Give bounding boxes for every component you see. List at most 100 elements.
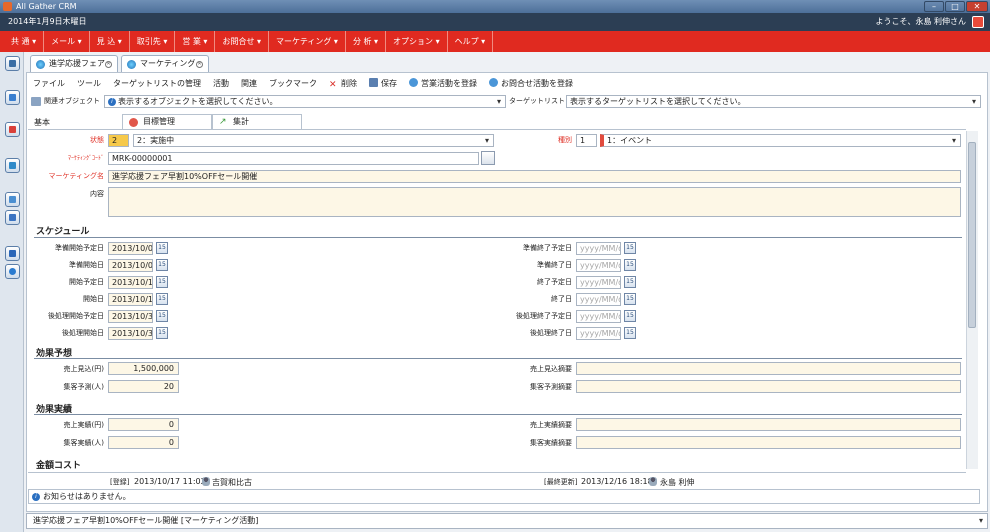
top-header: 2014年1月9日木曜日 ようこそ、永島 利伸さん bbox=[0, 13, 990, 31]
register-sales-activity-button[interactable]: 営業活動を登録 bbox=[409, 78, 477, 90]
calendar-icon[interactable]: 15 bbox=[624, 242, 636, 254]
globe-icon bbox=[127, 60, 136, 69]
forecast-sales-field[interactable]: 1,500,000 bbox=[108, 362, 179, 375]
globe-icon[interactable] bbox=[5, 264, 20, 279]
date-field-empty[interactable]: yyyy/MM/dd bbox=[576, 327, 621, 340]
type-select[interactable]: 1：イベント bbox=[600, 134, 961, 147]
schedule-left-label: 後処理開始日 bbox=[62, 329, 104, 337]
schedule-left-label: 開始予定日 bbox=[69, 278, 104, 286]
info-icon: i bbox=[32, 493, 40, 501]
calendar-icon[interactable]: 15 bbox=[156, 293, 168, 305]
schedule-right-label: 終了日 bbox=[551, 295, 572, 303]
save-icon bbox=[369, 78, 378, 87]
calendar-icon[interactable]: 15 bbox=[624, 259, 636, 271]
tab-marketing[interactable]: マーケティング ✕ bbox=[121, 55, 209, 72]
tab-divider bbox=[28, 129, 966, 130]
scrollbar-thumb[interactable] bbox=[968, 142, 976, 328]
menu-mail[interactable]: メール ▾ bbox=[44, 31, 90, 52]
tab-goal-management[interactable]: 目標管理 bbox=[122, 114, 212, 129]
user-icon[interactable] bbox=[972, 16, 984, 28]
related-menu[interactable]: 関連 bbox=[241, 78, 257, 90]
menu-marketing[interactable]: マーケティング ▾ bbox=[269, 31, 346, 52]
status-select[interactable]: 2：実施中 bbox=[133, 134, 494, 147]
calendar-icon[interactable]: 15 bbox=[156, 259, 168, 271]
date-field[interactable]: 2013/10/30 bbox=[108, 310, 153, 323]
calendar-icon[interactable]: 15 bbox=[156, 327, 168, 339]
panel-toggle-icon[interactable] bbox=[5, 56, 20, 71]
actual-visitors-note-label: 集客実績摘要 bbox=[530, 439, 572, 447]
menu-options[interactable]: オプション ▾ bbox=[386, 31, 448, 52]
tab-summary[interactable]: ↗ 集計 bbox=[212, 114, 302, 129]
mail-icon[interactable] bbox=[5, 246, 20, 261]
type-code-field[interactable]: 1 bbox=[576, 134, 597, 147]
target-list-select[interactable]: 表示するターゲットリストを選択してください。 bbox=[566, 95, 981, 108]
marketing-name-field[interactable]: 進学応援フェア早割10%OFFセール開催 bbox=[108, 170, 961, 183]
tools-menu[interactable]: ツール bbox=[77, 78, 101, 90]
close-window-button[interactable]: ✕ bbox=[966, 1, 988, 12]
content-textarea[interactable] bbox=[108, 187, 961, 217]
info-icon: i bbox=[108, 98, 116, 106]
registered-at: 2013/10/17 11:02 bbox=[134, 477, 206, 486]
calendar-icon[interactable] bbox=[5, 122, 20, 137]
close-tab-icon[interactable]: ✕ bbox=[105, 61, 112, 68]
calendar-icon[interactable]: 15 bbox=[624, 310, 636, 322]
related-object-select[interactable]: i 表示するオブジェクトを選択してください。 bbox=[104, 95, 506, 108]
maximize-button[interactable]: □ bbox=[945, 1, 965, 12]
forecast-visitors-note-field[interactable] bbox=[576, 380, 961, 393]
menu-client[interactable]: 取引先 ▾ bbox=[130, 31, 176, 52]
phone-icon[interactable] bbox=[5, 158, 20, 173]
date-field[interactable]: 2013/10/07 bbox=[108, 242, 153, 255]
bookmark-menu[interactable]: ブックマーク bbox=[269, 78, 317, 90]
contacts-icon[interactable] bbox=[5, 192, 20, 207]
date-field[interactable]: 2013/10/08 bbox=[108, 259, 153, 272]
activity-menu[interactable]: 活動 bbox=[213, 78, 229, 90]
file-menu[interactable]: ファイル bbox=[33, 78, 65, 90]
tab-fair[interactable]: 進学応援フェア ✕ bbox=[30, 55, 118, 72]
delete-button[interactable]: ✕ 削除 bbox=[329, 78, 357, 90]
welcome-text: ようこそ、永島 利伸さん bbox=[875, 17, 966, 26]
target-list-mgmt-menu[interactable]: ターゲットリストの管理 bbox=[113, 78, 201, 90]
menu-inquiry[interactable]: お問合せ ▾ bbox=[215, 31, 270, 52]
calendar-icon[interactable]: 15 bbox=[624, 327, 636, 339]
actual-sales-field[interactable]: 0 bbox=[108, 418, 179, 431]
date-field-empty[interactable]: yyyy/MM/dd bbox=[576, 276, 621, 289]
status-code-field[interactable]: 2 bbox=[108, 134, 129, 147]
marketing-code-field[interactable]: MRK-00000001 bbox=[108, 152, 479, 165]
close-tab-icon[interactable]: ✕ bbox=[196, 61, 203, 68]
actual-visitors-note-field[interactable] bbox=[576, 436, 961, 449]
date-field[interactable]: 2013/10/10 bbox=[108, 276, 153, 289]
date-field-empty[interactable]: yyyy/MM/dd bbox=[576, 242, 621, 255]
actual-sales-note-field[interactable] bbox=[576, 418, 961, 431]
updated-by: 永島 利伸 bbox=[660, 478, 695, 487]
date-field-empty[interactable]: yyyy/MM/dd bbox=[576, 310, 621, 323]
save-button[interactable]: 保存 bbox=[369, 78, 397, 90]
calendar-icon[interactable]: 15 bbox=[156, 242, 168, 254]
forecast-sales-note-field[interactable] bbox=[576, 362, 961, 375]
menu-prospect[interactable]: 見 込 ▾ bbox=[90, 31, 130, 52]
minimize-button[interactable]: – bbox=[924, 1, 944, 12]
users-icon[interactable] bbox=[5, 210, 20, 225]
menu-sales[interactable]: 営 業 ▾ bbox=[175, 31, 216, 52]
menu-common[interactable]: 共 通 ▾ bbox=[4, 31, 45, 52]
schedule-left-label: 後処理開始予定日 bbox=[48, 312, 104, 320]
user-icon bbox=[649, 477, 657, 486]
calendar-icon[interactable]: 15 bbox=[624, 276, 636, 288]
date-field[interactable]: 2013/10/10 bbox=[108, 293, 153, 306]
tab-basic[interactable]: 基本 bbox=[34, 117, 50, 128]
folder-browse-icon[interactable] bbox=[481, 151, 495, 165]
calendar-icon[interactable]: 15 bbox=[156, 276, 168, 288]
date-field-empty[interactable]: yyyy/MM/dd bbox=[576, 293, 621, 306]
calendar-icon[interactable]: 15 bbox=[624, 293, 636, 305]
register-inquiry-activity-button[interactable]: お問合せ活動を登録 bbox=[489, 78, 573, 90]
updated-label: [最終更新] bbox=[544, 478, 578, 486]
calendar-icon[interactable]: 15 bbox=[156, 310, 168, 322]
menu-help[interactable]: ヘルプ ▾ bbox=[448, 31, 494, 52]
actual-visitors-field[interactable]: 0 bbox=[108, 436, 179, 449]
menu-analysis[interactable]: 分 析 ▾ bbox=[346, 31, 387, 52]
schedule-right-label: 後処理終了日 bbox=[530, 329, 572, 337]
home-icon[interactable] bbox=[5, 90, 20, 105]
forecast-visitors-field[interactable]: 20 bbox=[108, 380, 179, 393]
date-field-empty[interactable]: yyyy/MM/dd bbox=[576, 259, 621, 272]
current-record-select[interactable]: 進学応援フェア早割10%OFFセール開催 [マーケティング活動] bbox=[26, 513, 988, 529]
date-field[interactable]: 2013/10/30 bbox=[108, 327, 153, 340]
